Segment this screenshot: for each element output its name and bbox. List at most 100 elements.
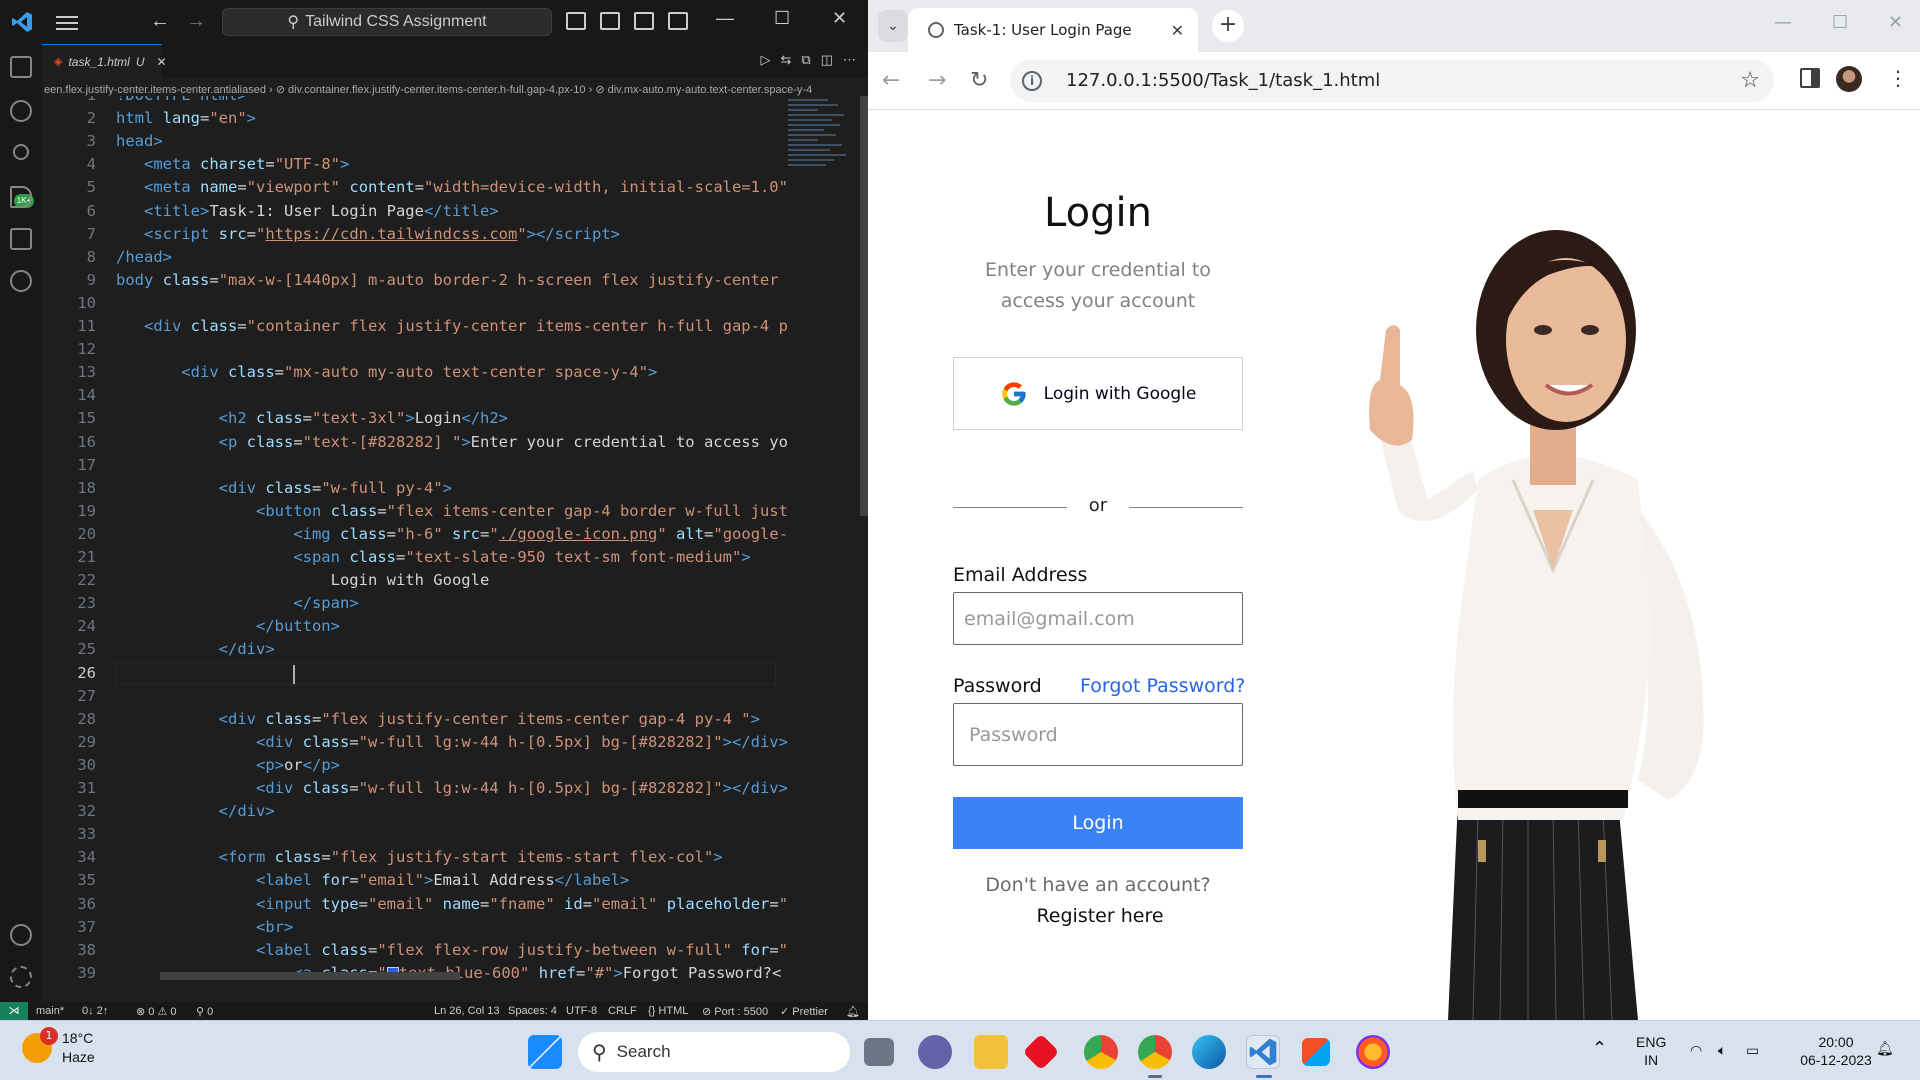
code-line[interactable]: 23 </span>	[42, 592, 868, 615]
compare-changes-icon[interactable]: ⇆	[781, 52, 792, 68]
line-ending[interactable]: CRLF	[608, 1005, 637, 1017]
login-button[interactable]: Login	[953, 797, 1243, 849]
more-menu-icon[interactable]: ⋮	[1888, 66, 1908, 90]
code-line[interactable]: 4 <meta charset="UTF-8">	[42, 153, 868, 176]
search-icon[interactable]	[10, 100, 32, 122]
code-line[interactable]: 18 <div class="w-full py-4">	[42, 477, 868, 500]
open-preview-icon[interactable]: ⧉	[801, 52, 810, 68]
register-link[interactable]: Register here	[953, 905, 1247, 927]
remote-explorer-icon[interactable]	[10, 270, 32, 292]
run-debug-icon[interactable]	[10, 186, 32, 208]
code-line[interactable]: 21 <span class="text-slate-950 text-sm f…	[42, 546, 868, 569]
toggle-primary-sidebar-icon[interactable]	[566, 12, 586, 30]
code-line[interactable]: 16 <p class="text-[#828282] ">Enter your…	[42, 431, 868, 454]
code-line[interactable]: 5 <meta name="viewport" content="width=d…	[42, 176, 868, 199]
cursor-position[interactable]: Ln 26, Col 13	[434, 1005, 499, 1017]
accounts-icon[interactable]	[10, 924, 32, 946]
minimize-icon[interactable]: —	[716, 8, 734, 29]
code-line[interactable]: 19 <button class="flex items-center gap-…	[42, 500, 868, 523]
chrome-profile-icon[interactable]	[1084, 1035, 1118, 1069]
code-line[interactable]: 8/head>	[42, 246, 868, 269]
customize-layout-icon[interactable]	[668, 12, 688, 30]
code-line[interactable]: 26	[42, 661, 868, 685]
taskbar-search-box[interactable]: ⚲ Search	[578, 1032, 850, 1072]
code-line[interactable]: 15 <h2 class="text-3xl">Login</h2>	[42, 407, 868, 430]
url-text[interactable]: 127.0.0.1:5500/Task_1/task_1.html	[1066, 70, 1380, 91]
code-line[interactable]: 32 </div>	[42, 800, 868, 823]
code-line[interactable]: 24 </button>	[42, 615, 868, 638]
code-line[interactable]: 20 <img class="h-6" src="./google-icon.p…	[42, 523, 868, 546]
horizontal-scrollbar[interactable]	[160, 972, 460, 980]
maximize-icon[interactable]: ☐	[1832, 12, 1848, 33]
code-line[interactable]: 1 !DOCTYPE html>	[42, 96, 868, 107]
task-view-icon[interactable]	[864, 1038, 894, 1066]
file-explorer-icon[interactable]	[974, 1035, 1008, 1069]
code-line[interactable]: 11 <div class="container flex justify-ce…	[42, 315, 868, 338]
site-info-icon[interactable]: i	[1022, 71, 1042, 91]
ports-count[interactable]: ⚲ 0	[196, 1005, 213, 1018]
code-line[interactable]: 31 <div class="w-full lg:w-44 h-[0.5px] …	[42, 777, 868, 800]
back-arrow-icon[interactable]: ←	[150, 10, 170, 33]
weather-widget[interactable]: 1 18°C Haze	[22, 1027, 95, 1067]
tab-close-icon[interactable]: ✕	[1171, 21, 1184, 40]
code-line[interactable]: 22 Login with Google	[42, 569, 868, 592]
code-line[interactable]: 2 html lang="en">	[42, 107, 868, 130]
git-branch[interactable]: main*	[36, 1005, 64, 1017]
code-line[interactable]: 6 <title>Task-1: User Login Page</title>	[42, 200, 868, 223]
settings-gear-icon[interactable]	[10, 966, 32, 988]
profile-avatar[interactable]	[1836, 66, 1862, 92]
more-actions-icon[interactable]: ⋯	[843, 52, 856, 68]
close-icon[interactable]: ✕	[832, 8, 847, 29]
chrome-icon[interactable]	[1138, 1035, 1172, 1069]
toggle-secondary-sidebar-icon[interactable]	[634, 12, 654, 30]
forward-arrow-icon[interactable]: →	[928, 68, 946, 93]
minimap[interactable]	[788, 96, 856, 206]
teams-chat-icon[interactable]	[918, 1035, 952, 1069]
microsoft-store-icon[interactable]	[1302, 1038, 1330, 1066]
code-line[interactable]: 25 </div>	[42, 638, 868, 661]
code-line[interactable]: 30 <p>or</p>	[42, 754, 868, 777]
code-line[interactable]: 27	[42, 685, 868, 708]
explorer-icon[interactable]	[10, 56, 32, 78]
forward-arrow-icon[interactable]: →	[186, 10, 206, 33]
address-bar[interactable]: i 127.0.0.1:5500/Task_1/task_1.html ☆	[1010, 60, 1774, 102]
battery-icon[interactable]: ▭	[1746, 1041, 1759, 1059]
run-icon[interactable]: ▷	[761, 52, 771, 68]
split-editor-icon[interactable]: ◫	[821, 52, 833, 68]
vertical-scrollbar[interactable]	[860, 96, 868, 516]
new-tab-plus-icon[interactable]: +	[1212, 10, 1244, 42]
bookmark-star-icon[interactable]: ☆	[1740, 68, 1760, 93]
edge-icon[interactable]	[1192, 1035, 1226, 1069]
email-input[interactable]: email@gmail.com	[953, 592, 1243, 645]
code-line[interactable]: 33	[42, 823, 868, 846]
language-mode[interactable]: {} HTML	[648, 1005, 688, 1017]
volume-icon[interactable]: 🔈︎	[1718, 1041, 1726, 1059]
browser-tab[interactable]: Task-1: User Login Page ✕	[908, 8, 1198, 52]
code-line[interactable]: 7 <script src="https://cdn.tailwindcss.c…	[42, 223, 868, 246]
notifications-bell-icon[interactable]: 🔔︎	[846, 1005, 860, 1018]
language-indicator[interactable]: ENG IN	[1636, 1033, 1666, 1069]
code-line[interactable]: 3 head>	[42, 130, 868, 153]
tab-search-chevron-icon[interactable]: ⌄	[878, 10, 908, 42]
code-line[interactable]: 35 <label for="email">Email Address</lab…	[42, 869, 868, 892]
code-line[interactable]: 28 <div class="flex justify-center items…	[42, 708, 868, 731]
problems-count[interactable]: ⊗ 0 ⚠ 0	[136, 1005, 176, 1018]
source-control-icon[interactable]	[13, 144, 29, 160]
code-line[interactable]: 36 <input type="email" name="fname" id="…	[42, 893, 868, 916]
toggle-panel-icon[interactable]	[600, 12, 620, 30]
login-with-google-button[interactable]: Login with Google	[953, 357, 1243, 430]
wifi-icon[interactable]: ◠	[1690, 1041, 1702, 1059]
vscode-taskbar-icon[interactable]	[1246, 1035, 1280, 1069]
code-line[interactable]: 13 <div class="mx-auto my-auto text-cent…	[42, 361, 868, 384]
tab-close-icon[interactable]: ✕	[157, 55, 167, 69]
code-line[interactable]: 37 <br>	[42, 916, 868, 939]
reload-icon[interactable]: ↻	[970, 68, 988, 93]
password-input[interactable]: Password	[953, 703, 1243, 766]
code-line[interactable]: 14	[42, 384, 868, 407]
firefox-icon[interactable]	[1356, 1035, 1390, 1069]
live-server-port[interactable]: ⊘ Port : 5500	[702, 1005, 768, 1018]
code-line[interactable]: 10	[42, 292, 868, 315]
indentation[interactable]: Spaces: 4	[508, 1005, 557, 1017]
encoding[interactable]: UTF-8	[566, 1005, 597, 1017]
remote-indicator-icon[interactable]: ⋊	[0, 1002, 28, 1020]
